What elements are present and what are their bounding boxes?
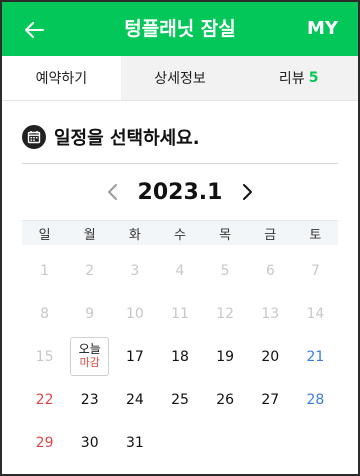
calendar-day: 2 — [85, 262, 95, 279]
today-cell[interactable]: 오늘 마감 — [70, 337, 110, 376]
tab-label: 상세정보 — [154, 71, 206, 87]
calendar-day[interactable]: 18 — [157, 335, 202, 378]
today-label: 오늘 — [78, 342, 101, 357]
calendar-day[interactable]: 30 — [67, 421, 112, 464]
calendar-day: 6 — [265, 262, 275, 279]
calendar-day: 1 — [40, 262, 50, 279]
calendar-day[interactable]: 29 — [22, 421, 67, 464]
prev-month-icon[interactable] — [106, 182, 120, 202]
review-count-badge: 5 — [308, 70, 319, 86]
calendar-day: 13 — [261, 305, 280, 322]
tab-reviews[interactable]: 리뷰 5 — [239, 56, 358, 100]
weekday-label: 화 — [128, 227, 141, 243]
calendar-day[interactable]: 21 — [293, 335, 338, 378]
month-label: 2023.1 — [137, 179, 223, 205]
calendar-day[interactable]: 22 — [22, 378, 67, 421]
calendar-icon — [22, 125, 46, 149]
tab-label: 예약하기 — [35, 71, 88, 87]
weekday-label: 금 — [264, 227, 277, 243]
calendar-day[interactable]: 25 — [157, 378, 202, 421]
weekday-label: 목 — [219, 227, 232, 243]
calendar-day: 3 — [130, 262, 140, 279]
schedule-heading: 일정을 선택하세요. — [2, 111, 358, 163]
calendar-day: 12 — [216, 305, 235, 322]
calendar-day[interactable]: 24 — [112, 378, 157, 421]
calendar-day: 11 — [171, 305, 189, 322]
calendar-day[interactable]: 17 — [112, 335, 157, 378]
closed-status: 마감 — [79, 356, 100, 370]
my-page-button[interactable]: MY — [307, 2, 338, 56]
calendar-day: 10 — [125, 305, 144, 322]
calendar-day: 14 — [306, 305, 325, 322]
month-navigation: 2023.1 — [2, 164, 358, 220]
tab-reservation[interactable]: 예약하기 — [2, 56, 121, 100]
page-title: 텅플래닛 잠실 — [124, 18, 236, 40]
calendar-day[interactable]: 26 — [203, 378, 248, 421]
calendar-day: 9 — [85, 305, 95, 322]
weekday-label: 토 — [309, 227, 322, 243]
calendar-day: 4 — [175, 262, 185, 279]
calendar-day[interactable]: 28 — [293, 378, 338, 421]
calendar-day[interactable]: 23 — [67, 378, 112, 421]
calendar-day[interactable]: 31 — [112, 421, 157, 464]
calendar-day[interactable]: 27 — [248, 378, 293, 421]
weekday-label: 일 — [38, 227, 51, 243]
tab-bar: 예약하기 상세정보 리뷰 5 — [2, 56, 358, 101]
section-title: 일정을 선택하세요. — [54, 128, 200, 149]
weekday-label: 월 — [83, 227, 96, 243]
back-arrow-icon[interactable] — [22, 18, 46, 42]
calendar-day: 8 — [40, 305, 50, 322]
weekday-label: 수 — [174, 227, 186, 243]
app-frame: 텅플래닛 잠실 MY 예약하기 상세정보 리뷰 5 일정을 선택하세요. 202… — [2, 2, 358, 474]
calendar-day: 5 — [220, 262, 230, 279]
calendar-day[interactable]: 20 — [248, 335, 293, 378]
tab-details[interactable]: 상세정보 — [121, 56, 240, 100]
weekday-header: 일 월 화 수 목 금 토 — [22, 220, 338, 245]
calendar-day: 15 — [35, 348, 54, 365]
next-month-icon[interactable] — [240, 182, 254, 202]
app-header: 텅플래닛 잠실 MY — [2, 2, 358, 56]
calendar-grid: 1 2 3 4 5 6 7 8 9 10 11 12 13 14 15 오늘 마… — [22, 245, 338, 464]
calendar-day: 7 — [310, 262, 320, 279]
tab-label: 리뷰 — [278, 71, 305, 87]
calendar-day[interactable]: 19 — [203, 335, 248, 378]
